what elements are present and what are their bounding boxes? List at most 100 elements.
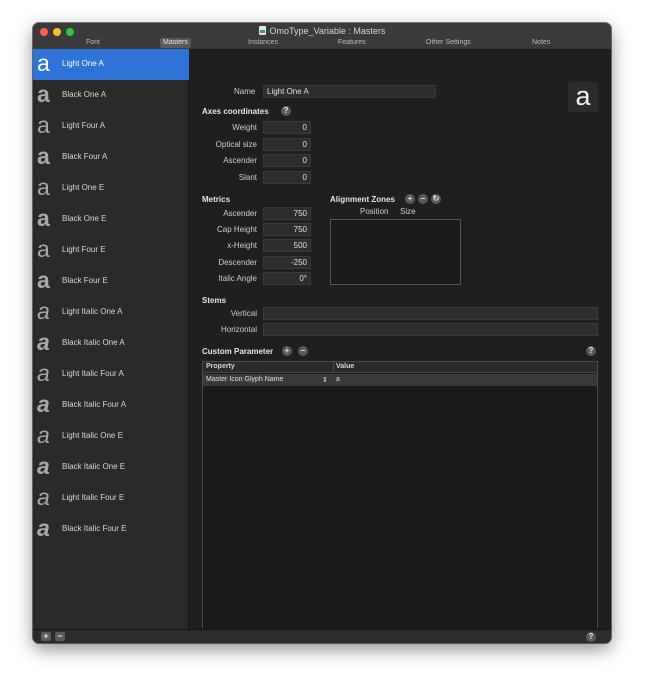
descender-input[interactable]: -250: [263, 256, 311, 269]
masters-window: OmoType_Variable : Masters Font Masters …: [33, 23, 611, 643]
master-item-black-one-e[interactable]: a Black One E: [33, 204, 189, 235]
master-item-light-italic-one-e[interactable]: a Light Italic One E: [33, 421, 189, 452]
master-label: Black One A: [62, 90, 107, 99]
master-item-black-italic-one-e[interactable]: a Black Italic One E: [33, 452, 189, 483]
master-label: Light Four E: [62, 245, 106, 254]
alignment-zones-list[interactable]: [330, 219, 461, 285]
add-parameter-button[interactable]: +: [282, 346, 292, 356]
master-item-black-italic-four-a[interactable]: a Black Italic Four A: [33, 390, 189, 421]
custom-parameter-help-button[interactable]: ?: [586, 346, 596, 356]
title-bar: OmoType_Variable : Masters Font Masters …: [33, 23, 611, 49]
master-item-light-italic-four-e[interactable]: a Light Italic Four E: [33, 483, 189, 514]
master-item-light-one-a[interactable]: a Light One A: [33, 49, 189, 80]
master-label: Black One E: [62, 214, 107, 223]
master-item-black-italic-four-e[interactable]: a Black Italic Four E: [33, 514, 189, 545]
master-item-black-one-a[interactable]: a Black One A: [33, 80, 189, 111]
bottom-toolbar: + − ?: [33, 629, 611, 643]
master-item-light-four-a[interactable]: a Light Four A: [33, 111, 189, 142]
tab-font[interactable]: Font: [83, 38, 103, 48]
master-glyph-preview: a: [37, 453, 50, 479]
master-label: Light Italic One E: [62, 431, 123, 440]
weight-input[interactable]: 0: [263, 121, 311, 134]
master-glyph-preview: a: [37, 329, 50, 355]
zones-size-column: Size: [400, 207, 416, 216]
master-label: Light One A: [62, 59, 104, 68]
descender-label: Descender: [218, 258, 257, 267]
master-item-light-italic-four-a[interactable]: a Light Italic Four A: [33, 359, 189, 390]
master-item-light-one-e[interactable]: a Light One E: [33, 173, 189, 204]
master-label: Black Italic Four E: [62, 524, 127, 533]
tab-notes[interactable]: Notes: [529, 38, 553, 48]
master-glyph-preview: a: [37, 360, 50, 386]
horizontal-stem-label: Horizontal: [220, 325, 257, 334]
master-label: Light Italic Four E: [62, 493, 125, 502]
ascender-axis-label: Ascender: [223, 156, 257, 165]
master-label: Black Italic Four A: [62, 400, 127, 409]
ascender-axis-input[interactable]: 0: [263, 154, 311, 167]
optical-size-input[interactable]: 0: [263, 138, 311, 151]
master-label: Light Italic One A: [62, 307, 123, 316]
custom-parameter-header: Custom Parameter: [202, 347, 274, 356]
stems-header: Stems: [202, 296, 227, 305]
master-label: Black Italic One A: [62, 338, 125, 347]
master-glyph-preview: a: [37, 174, 50, 200]
add-master-button[interactable]: +: [41, 632, 51, 641]
slant-label: Slant: [238, 173, 257, 182]
cap-height-input[interactable]: 750: [263, 223, 311, 236]
property-column-header[interactable]: Property: [206, 363, 235, 370]
master-label: Black Italic One E: [62, 462, 126, 471]
master-glyph-preview: a: [37, 236, 50, 262]
master-name-input[interactable]: Light One A: [263, 85, 436, 98]
master-glyph-preview: a: [37, 50, 50, 76]
cap-height-label: Cap Height: [216, 225, 257, 234]
weight-label: Weight: [232, 123, 257, 132]
zones-position-column: Position: [360, 207, 389, 216]
tab-bar: Font Masters Instances Features Other Se…: [33, 38, 611, 49]
axes-coordinates-header: Axes coordinates: [202, 107, 269, 116]
masters-sidebar: a Light One A a Black One A a Light Four…: [33, 49, 189, 629]
axes-help-button[interactable]: ?: [281, 106, 291, 116]
master-glyph-preview: a: [37, 422, 50, 448]
master-glyph-preview: a: [37, 81, 50, 107]
master-glyph-preview: a: [37, 112, 50, 138]
updown-chevron-icon[interactable]: ⇕: [322, 376, 328, 384]
master-glyph-preview: a: [37, 298, 50, 324]
remove-master-button[interactable]: −: [55, 632, 65, 641]
italic-angle-input[interactable]: 0°: [263, 272, 311, 285]
master-label: Black Four A: [62, 152, 108, 161]
x-height-input[interactable]: 500: [263, 239, 311, 252]
horizontal-stem-input[interactable]: [263, 323, 598, 336]
help-button[interactable]: ?: [586, 632, 596, 642]
refresh-zones-button[interactable]: ↻: [431, 194, 441, 204]
tab-other-settings[interactable]: Other Settings: [423, 38, 474, 48]
master-item-black-italic-one-a[interactable]: a Black Italic One A: [33, 328, 189, 359]
master-label: Black Four E: [62, 276, 108, 285]
parameter-value-cell[interactable]: a: [336, 376, 340, 383]
slant-input[interactable]: 0: [263, 171, 311, 184]
table-row[interactable]: Master Icon Glyph Name ⇕ a: [203, 374, 597, 386]
master-label: Light One E: [62, 183, 105, 192]
master-label: Light Four A: [62, 121, 106, 130]
master-item-black-four-a[interactable]: a Black Four A: [33, 142, 189, 173]
master-item-light-four-e[interactable]: a Light Four E: [33, 235, 189, 266]
master-item-light-italic-one-a[interactable]: a Light Italic One A: [33, 297, 189, 328]
add-zone-button[interactable]: +: [405, 194, 415, 204]
ascender-input[interactable]: 750: [263, 207, 311, 220]
remove-zone-button[interactable]: −: [418, 194, 428, 204]
master-label: Light Italic Four A: [62, 369, 124, 378]
column-divider: [333, 362, 334, 373]
master-glyph-preview: a: [37, 205, 50, 231]
optical-size-label: Optical size: [215, 140, 257, 149]
parameter-property-cell[interactable]: Master Icon Glyph Name: [206, 376, 283, 383]
remove-parameter-button[interactable]: −: [298, 346, 308, 356]
metrics-header: Metrics: [202, 195, 231, 204]
custom-parameter-table[interactable]: Property Value Master Icon Glyph Name ⇕ …: [202, 361, 598, 639]
master-item-black-four-e[interactable]: a Black Four E: [33, 266, 189, 297]
value-column-header[interactable]: Value: [336, 363, 354, 370]
italic-angle-label: Italic Angle: [218, 274, 257, 283]
tab-instances[interactable]: Instances: [245, 38, 281, 48]
tab-features[interactable]: Features: [335, 38, 369, 48]
master-icon-preview: a: [568, 82, 598, 112]
tab-masters[interactable]: Masters: [160, 38, 191, 48]
vertical-stem-input[interactable]: [263, 307, 598, 320]
